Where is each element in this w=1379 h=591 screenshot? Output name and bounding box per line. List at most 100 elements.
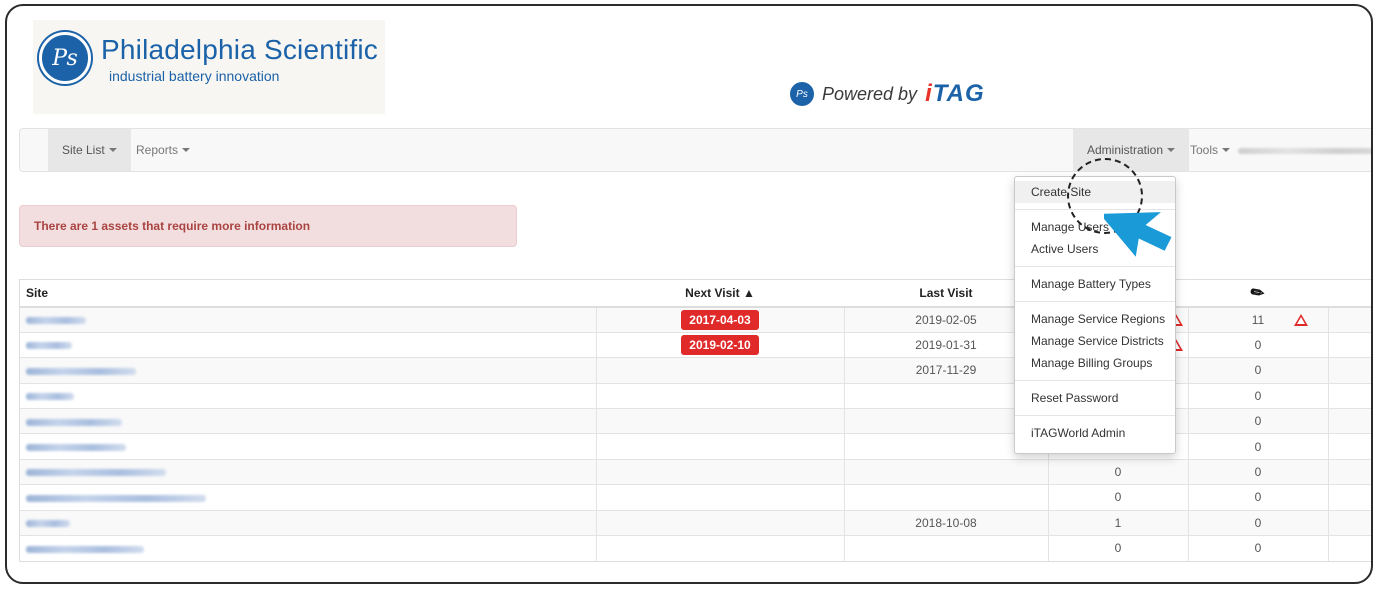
charger-count-cell: 0 bbox=[1187, 535, 1328, 561]
nav-site-list[interactable]: Site List bbox=[48, 129, 131, 171]
blurred-site-link[interactable] bbox=[26, 342, 72, 350]
charger-count-value: 0 bbox=[1254, 541, 1262, 556]
next-visit-cell: 2019-02-10 bbox=[595, 331, 844, 358]
table-row[interactable]: 00 bbox=[20, 458, 1371, 485]
nav-tools[interactable]: Tools bbox=[1176, 129, 1244, 171]
count-cell: 1 bbox=[1047, 509, 1188, 536]
site-cell[interactable] bbox=[20, 331, 596, 358]
charger-count-value: 11 bbox=[1251, 312, 1265, 327]
logo-monogram: Ps bbox=[39, 32, 91, 84]
site-cell[interactable] bbox=[20, 509, 596, 536]
caret-down-icon bbox=[182, 148, 191, 152]
extra-cell bbox=[1327, 331, 1371, 358]
extra-cell bbox=[1327, 509, 1371, 536]
site-cell[interactable] bbox=[20, 408, 596, 434]
menu-manage-service-regions[interactable]: Manage Service Regions bbox=[1015, 308, 1175, 330]
extra-cell bbox=[1327, 357, 1371, 384]
last-visit-cell: 2018-10-08 bbox=[843, 509, 1048, 536]
caret-down-icon bbox=[108, 148, 117, 152]
powered-by-banner: Ps Powered by iTAG bbox=[790, 80, 985, 108]
charger-count-value: 0 bbox=[1254, 338, 1262, 353]
header-site[interactable]: Site bbox=[20, 280, 596, 308]
extra-cell bbox=[1327, 408, 1371, 434]
charger-count-value: 0 bbox=[1254, 414, 1262, 429]
charger-count-value: 0 bbox=[1254, 439, 1262, 454]
charger-count-cell: 0 bbox=[1187, 408, 1328, 434]
itag-brand-i: i bbox=[925, 80, 933, 107]
charger-count-value: 0 bbox=[1254, 465, 1262, 480]
itag-brand: iTAG bbox=[925, 80, 985, 108]
blurred-site-link[interactable] bbox=[26, 520, 70, 528]
charger-count-cell: 0 bbox=[1187, 509, 1328, 536]
charger-count-value: 0 bbox=[1254, 363, 1262, 378]
extra-cell bbox=[1327, 458, 1371, 485]
site-cell[interactable] bbox=[20, 484, 596, 511]
extra-cell bbox=[1327, 306, 1371, 333]
blurred-site-link[interactable] bbox=[26, 494, 206, 502]
blurred-site-link[interactable] bbox=[26, 367, 136, 375]
charger-count-value: 0 bbox=[1254, 388, 1262, 403]
logo-name: Philadelphia Scientific bbox=[101, 34, 378, 65]
blurred-site-link[interactable] bbox=[26, 469, 166, 477]
charger-count-value: 0 bbox=[1254, 490, 1262, 505]
last-visit-cell bbox=[843, 535, 1048, 561]
menu-manage-billing-groups[interactable]: Manage Billing Groups bbox=[1015, 352, 1175, 374]
caret-down-icon bbox=[1222, 148, 1231, 152]
blurred-site-link[interactable] bbox=[26, 418, 122, 426]
site-cell[interactable] bbox=[20, 382, 596, 409]
next-visit-cell bbox=[595, 535, 844, 561]
extra-cell bbox=[1327, 433, 1371, 460]
extra-cell bbox=[1327, 484, 1371, 511]
charger-count-cell: 11 bbox=[1168, 306, 1328, 333]
powered-by-text: Powered by bbox=[822, 83, 918, 104]
charger-count-cell: 0 bbox=[1187, 382, 1328, 409]
next-visit-cell bbox=[595, 408, 844, 434]
next-visit-cell bbox=[595, 509, 844, 536]
next-visit-cell bbox=[595, 484, 844, 511]
menu-itagworld-admin[interactable]: iTAGWorld Admin bbox=[1015, 422, 1175, 444]
charger-count-cell: 0 bbox=[1187, 484, 1328, 511]
menu-manage-service-districts[interactable]: Manage Service Districts bbox=[1015, 330, 1175, 352]
site-cell[interactable] bbox=[20, 458, 596, 485]
last-visit-cell bbox=[843, 458, 1048, 485]
nav-reports[interactable]: Reports bbox=[122, 129, 204, 171]
blurred-user-name[interactable] bbox=[1238, 148, 1371, 154]
pointer-arrow-icon bbox=[1104, 212, 1172, 257]
site-cell[interactable] bbox=[20, 306, 596, 333]
nav-site-list-label: Site List bbox=[62, 143, 105, 157]
nav-administration-label: Administration bbox=[1087, 143, 1164, 157]
blurred-site-link[interactable] bbox=[26, 317, 86, 325]
last-visit-cell bbox=[843, 484, 1048, 511]
table-row[interactable]: 2018-10-08 1 0 bbox=[20, 509, 1371, 536]
site-cell[interactable] bbox=[20, 357, 596, 384]
plug-icon: ✎ bbox=[1247, 282, 1269, 305]
count-cell: 0 bbox=[1047, 484, 1188, 511]
overdue-date-badge: 2017-04-03 bbox=[681, 309, 759, 330]
ps-mini-logo: Ps bbox=[790, 82, 814, 106]
caret-down-icon bbox=[1167, 148, 1176, 152]
logo-tagline: industrial battery innovation bbox=[109, 68, 280, 84]
company-logo: Ps Philadelphia Scientific industrial ba… bbox=[33, 20, 385, 114]
screenshot-frame: Ps Philadelphia Scientific industrial ba… bbox=[5, 4, 1373, 584]
nav-tools-label: Tools bbox=[1190, 143, 1219, 157]
site-cell[interactable] bbox=[20, 535, 596, 561]
menu-reset-password[interactable]: Reset Password bbox=[1015, 387, 1175, 409]
next-visit-cell bbox=[595, 357, 844, 384]
header-charger[interactable]: ✎ bbox=[1188, 280, 1328, 308]
blurred-site-link[interactable] bbox=[26, 393, 74, 401]
blurred-site-link[interactable] bbox=[26, 545, 144, 553]
main-navbar: Site List Reports Administration Tools bbox=[19, 128, 1371, 172]
nav-reports-label: Reports bbox=[136, 143, 179, 157]
header-next-visit[interactable]: Next Visit ▲ bbox=[596, 280, 844, 308]
blurred-site-link[interactable] bbox=[26, 443, 126, 451]
next-visit-cell bbox=[595, 458, 844, 485]
charger-count-cell: 0 bbox=[1187, 458, 1328, 485]
warning-icon bbox=[1293, 314, 1308, 326]
charger-count-cell: 0 bbox=[1168, 331, 1328, 358]
header-col6 bbox=[1328, 280, 1371, 308]
count-cell: 0 bbox=[1047, 535, 1188, 561]
table-row[interactable]: 00 bbox=[20, 484, 1371, 511]
menu-divider bbox=[1015, 380, 1175, 381]
site-cell[interactable] bbox=[20, 433, 596, 460]
table-row[interactable]: 00 bbox=[20, 535, 1371, 561]
